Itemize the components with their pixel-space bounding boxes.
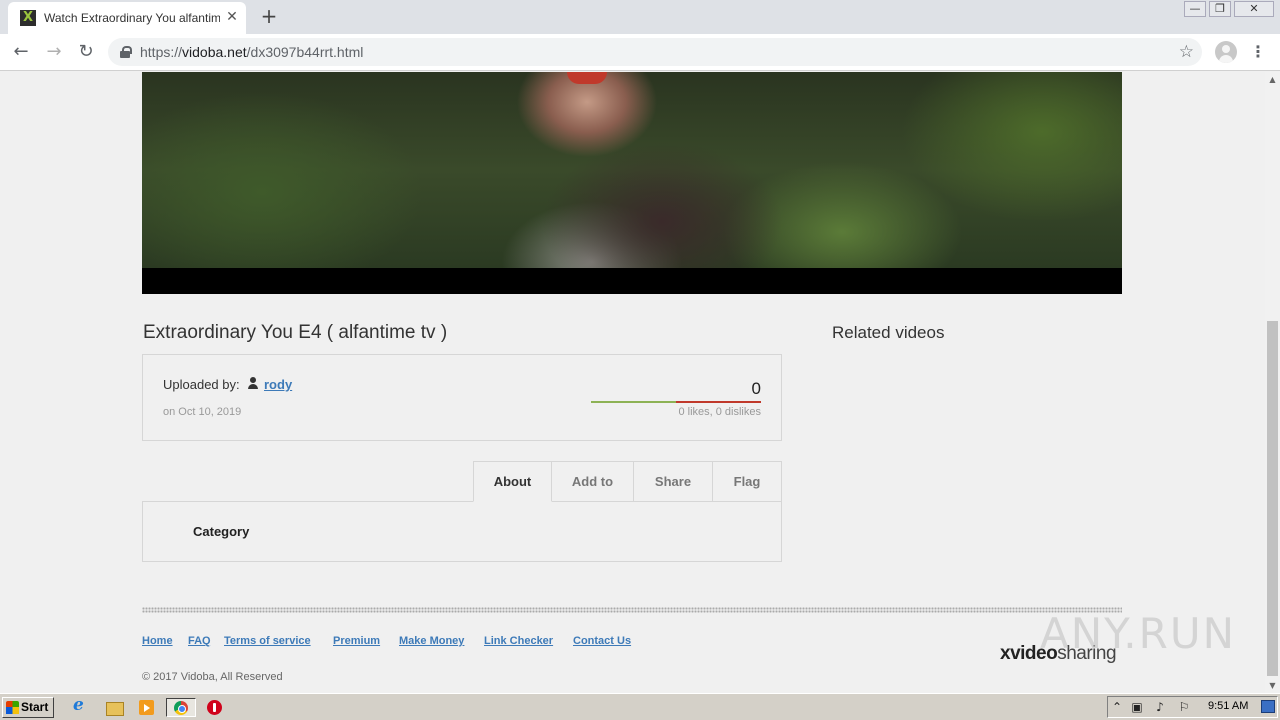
footer-link-home[interactable]: Home — [142, 635, 173, 647]
page-viewport: Extraordinary You E4 ( alfantime tv ) Up… — [0, 72, 1265, 693]
anyrun-watermark: ANY.RUN — [1040, 609, 1236, 658]
volume-icon[interactable]: ♪ — [1152, 699, 1168, 715]
show-desktop-icon[interactable] — [1261, 700, 1275, 713]
browser-toolbar: ← → ↻ https://vidoba.net/dx3097b44rrt.ht… — [0, 34, 1280, 71]
rating-bar-likes — [591, 401, 676, 403]
video-info-box: Uploaded by: rody on Oct 10, 2019 0 0 li… — [142, 354, 782, 441]
new-tab-button[interactable]: + — [258, 4, 280, 28]
video-player[interactable] — [142, 72, 1122, 294]
footer-link-faq[interactable]: FAQ — [188, 635, 211, 647]
start-button[interactable]: Start — [2, 697, 54, 718]
browser-menu-icon[interactable]: ⋮ — [1248, 40, 1268, 64]
close-window-button[interactable]: ✕ — [1234, 1, 1274, 17]
rating-count: 0 — [751, 379, 761, 398]
tab-title: Watch Extraordinary You alfantime — [44, 11, 220, 25]
tab-share[interactable]: Share — [633, 461, 713, 502]
browser-titlebar: Watch Extraordinary You alfantime ✕ + — … — [0, 0, 1280, 34]
flag-icon[interactable]: ⚐ — [1176, 699, 1192, 715]
tab-about[interactable]: About — [473, 461, 552, 502]
opera-icon[interactable] — [204, 698, 226, 717]
category-label: Category — [193, 524, 250, 539]
browser-tab[interactable]: Watch Extraordinary You alfantime ✕ — [8, 2, 246, 34]
copyright-text: © 2017 Vidoba, All Reserved — [142, 671, 283, 683]
profile-avatar-icon[interactable] — [1215, 41, 1237, 63]
footer-link-link-checker[interactable]: Link Checker — [484, 635, 553, 647]
start-label: Start — [21, 700, 49, 714]
bookmark-star-icon[interactable]: ☆ — [1179, 41, 1194, 63]
folder-icon[interactable] — [103, 698, 125, 717]
uploader-link[interactable]: rody — [264, 377, 292, 392]
rating-text: 0 likes, 0 dislikes — [678, 406, 761, 418]
windows-taskbar: Start ⌃ ▣ ♪ ⚐ 9:51 AM — [0, 693, 1280, 720]
reload-icon[interactable]: ↻ — [74, 40, 98, 64]
footer-link-premium[interactable]: Premium — [333, 635, 380, 647]
footer-link-contact[interactable]: Contact Us — [573, 635, 631, 647]
chevron-up-icon[interactable]: ⌃ — [1109, 699, 1125, 715]
rating-bar — [591, 401, 761, 403]
footer-divider — [142, 607, 1122, 613]
url-text[interactable]: https://vidoba.net/dx3097b44rrt.html — [140, 44, 363, 60]
scrollbar-thumb[interactable] — [1267, 321, 1278, 676]
chrome-icon[interactable] — [166, 698, 196, 717]
site-favicon-icon — [20, 10, 36, 26]
minimize-button[interactable]: — — [1184, 1, 1206, 17]
uploaded-by-label: Uploaded by: — [163, 377, 240, 392]
scroll-down-icon[interactable]: ▼ — [1265, 678, 1280, 693]
media-player-icon[interactable] — [136, 698, 158, 717]
related-videos-title: Related videos — [832, 323, 945, 342]
video-title: Extraordinary You E4 ( alfantime tv ) — [143, 322, 448, 343]
lock-icon[interactable] — [120, 46, 132, 58]
video-tabs: About Add to Share Flag — [473, 461, 782, 502]
clock[interactable]: 9:51 AM — [1208, 700, 1248, 712]
about-panel: Category — [142, 501, 782, 562]
user-icon — [248, 377, 258, 389]
restore-button[interactable]: ❐ — [1209, 1, 1231, 17]
url-path: /dx3097b44rrt.html — [246, 44, 364, 60]
upload-date: on Oct 10, 2019 — [163, 406, 242, 418]
network-icon[interactable]: ▣ — [1129, 699, 1145, 715]
video-control-bar[interactable] — [142, 268, 1122, 294]
page-scrollbar[interactable]: ▲ ▼ — [1265, 72, 1280, 693]
video-frame-detail — [567, 72, 607, 84]
url-scheme: https:// — [140, 44, 183, 60]
forward-icon[interactable]: → — [42, 40, 66, 64]
footer-link-make-money[interactable]: Make Money — [399, 635, 464, 647]
url-host: vidoba.net — [182, 44, 247, 60]
tab-add-to[interactable]: Add to — [551, 461, 634, 502]
footer-link-terms[interactable]: Terms of service — [224, 635, 311, 647]
scroll-up-icon[interactable]: ▲ — [1265, 72, 1280, 87]
tab-close-icon[interactable]: ✕ — [224, 8, 240, 26]
address-bar[interactable]: https://vidoba.net/dx3097b44rrt.html ☆ — [108, 38, 1202, 66]
back-icon[interactable]: ← — [9, 40, 33, 64]
system-tray: ⌃ ▣ ♪ ⚐ 9:51 AM — [1107, 696, 1278, 718]
video-frame[interactable] — [142, 72, 1122, 268]
tab-flag[interactable]: Flag — [712, 461, 782, 502]
ie-icon[interactable] — [70, 696, 92, 717]
windows-logo-icon — [6, 701, 19, 714]
